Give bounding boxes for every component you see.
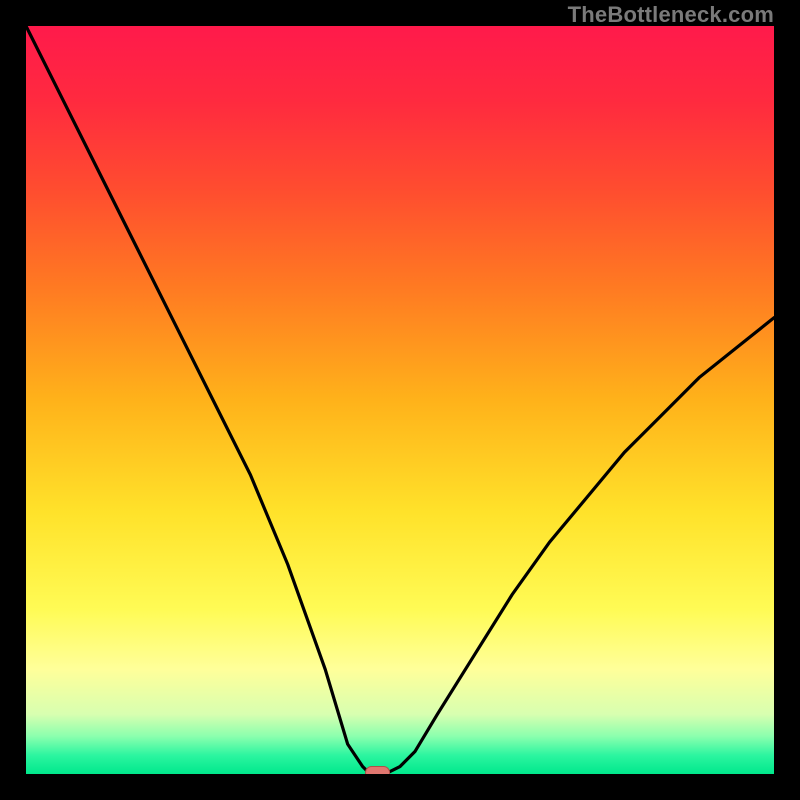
chart-frame: TheBottleneck.com [0, 0, 800, 800]
plot-area [26, 26, 774, 774]
bottleneck-chart [26, 26, 774, 774]
attribution-label: TheBottleneck.com [568, 2, 774, 28]
optimal-point-marker [366, 767, 390, 775]
gradient-background [26, 26, 774, 774]
